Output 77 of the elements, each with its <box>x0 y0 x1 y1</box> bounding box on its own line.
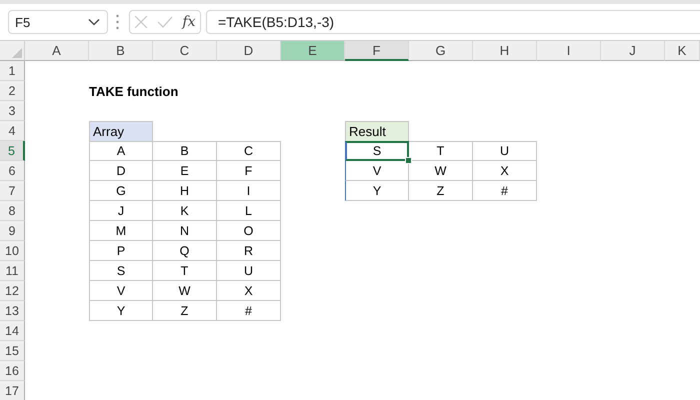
column-header[interactable]: B <box>89 41 153 61</box>
row-header[interactable]: 16 <box>0 361 25 381</box>
triangle-icon[interactable] <box>12 48 22 58</box>
caret-icon[interactable] <box>88 18 100 26</box>
column-header[interactable]: G <box>409 41 473 61</box>
table-cell[interactable]: V <box>345 161 409 181</box>
row-header[interactable]: 6 <box>0 161 25 181</box>
table-cell[interactable]: K <box>153 201 217 221</box>
table-cell[interactable]: N <box>153 221 217 241</box>
drag-handle-icon <box>116 14 119 30</box>
table-cell[interactable]: X <box>473 161 537 181</box>
table-cell[interactable]: L <box>217 201 281 221</box>
table-cell[interactable]: U <box>217 261 281 281</box>
table-cell[interactable]: # <box>473 181 537 201</box>
table-cell[interactable]: D <box>89 161 153 181</box>
table-cell[interactable]: R <box>217 241 281 261</box>
row-header[interactable]: 12 <box>0 281 25 301</box>
table-cell[interactable]: T <box>409 141 473 161</box>
table-cell[interactable]: J <box>89 201 153 221</box>
sheet-title: TAKE function <box>89 82 180 100</box>
row-header[interactable]: 8 <box>0 201 25 221</box>
row-header[interactable]: 15 <box>0 341 25 361</box>
column-header[interactable]: C <box>153 41 217 61</box>
table-cell[interactable]: W <box>409 161 473 181</box>
table-cell[interactable]: P <box>89 241 153 261</box>
fill-handle[interactable] <box>405 157 412 164</box>
table-cell[interactable]: O <box>217 221 281 241</box>
name-box[interactable]: F5 <box>8 10 108 34</box>
column-header[interactable]: H <box>473 41 537 61</box>
table-header: Array <box>89 121 153 141</box>
table-cell[interactable]: Y <box>345 181 409 201</box>
table-cell[interactable]: I <box>217 181 281 201</box>
row-header[interactable]: 3 <box>0 101 25 121</box>
column-header[interactable]: I <box>537 41 601 61</box>
row-header[interactable]: 7 <box>0 181 25 201</box>
table-cell[interactable]: Q <box>153 241 217 261</box>
table-cell[interactable]: V <box>89 281 153 301</box>
row-header[interactable]: 13 <box>0 301 25 321</box>
table-cell[interactable]: H <box>153 181 217 201</box>
table-cell[interactable]: Y <box>89 301 153 321</box>
table-cell[interactable]: # <box>217 301 281 321</box>
row-header[interactable]: 17 <box>0 381 25 400</box>
column-header[interactable]: A <box>25 41 89 61</box>
table-cell[interactable]: S <box>89 261 153 281</box>
table-cell[interactable]: C <box>217 141 281 161</box>
table-cell[interactable]: T <box>153 261 217 281</box>
row-header[interactable]: 2 <box>0 81 25 101</box>
insert-function-button[interactable]: fx <box>182 14 196 30</box>
table-cell[interactable]: A <box>89 141 153 161</box>
check-icon[interactable] <box>157 16 174 28</box>
row-header[interactable]: 1 <box>0 61 25 81</box>
row-header[interactable]: 9 <box>0 221 25 241</box>
table-cell[interactable]: Z <box>153 301 217 321</box>
row-header[interactable]: 5 <box>0 141 25 161</box>
row-header[interactable]: 10 <box>0 241 25 261</box>
table-header: Result <box>345 121 409 141</box>
table-cell[interactable]: Z <box>409 181 473 201</box>
table-cell[interactable]: B <box>153 141 217 161</box>
column-header[interactable]: K <box>665 41 700 61</box>
formula-field[interactable]: =TAKE(B5:D13,-3) <box>206 10 700 34</box>
column-header[interactable]: F <box>345 41 409 61</box>
column-header[interactable]: D <box>217 41 281 61</box>
table-cell[interactable]: M <box>89 221 153 241</box>
row-header[interactable]: 14 <box>0 321 25 341</box>
column-header[interactable]: E <box>281 41 345 61</box>
table-cell[interactable]: U <box>473 141 537 161</box>
table-cell[interactable]: G <box>89 181 153 201</box>
table-cell[interactable]: W <box>153 281 217 301</box>
table-cell[interactable]: E <box>153 161 217 181</box>
table-cell[interactable]: F <box>217 161 281 181</box>
table-cell[interactable]: X <box>217 281 281 301</box>
row-header[interactable]: 11 <box>0 261 25 281</box>
select-all-button[interactable] <box>0 41 25 61</box>
row-header[interactable]: 4 <box>0 121 25 141</box>
table-cell[interactable]: S <box>345 141 409 161</box>
column-header[interactable]: J <box>601 41 665 61</box>
cancel-icon[interactable] <box>134 15 148 29</box>
